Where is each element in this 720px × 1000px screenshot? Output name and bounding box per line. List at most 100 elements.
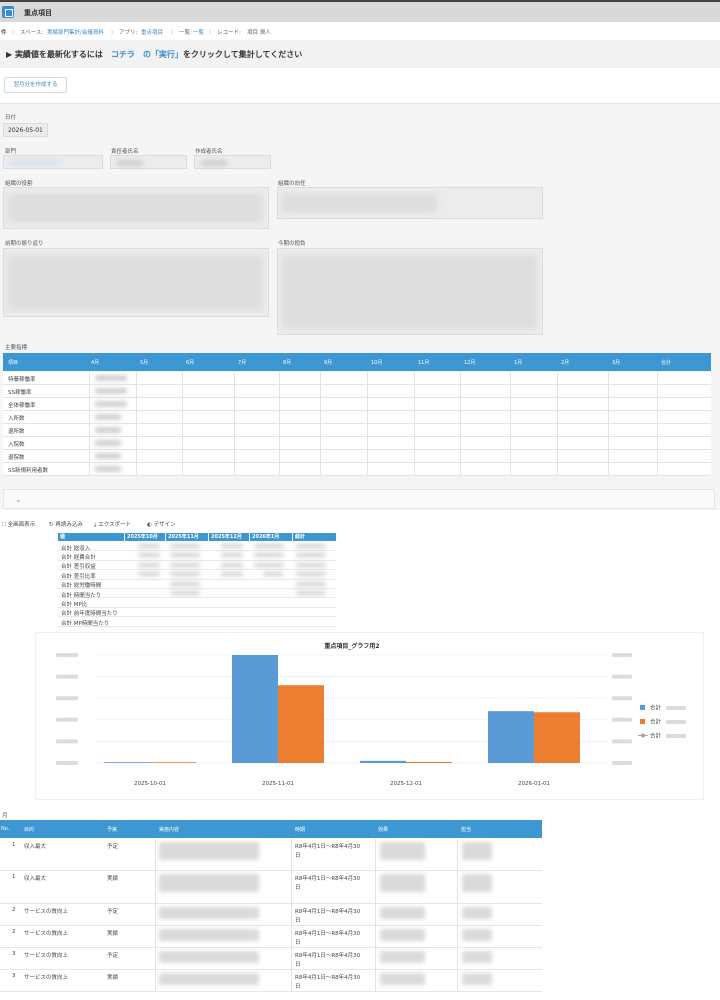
column-divider <box>375 970 376 992</box>
y2-tick-redacted <box>612 761 632 765</box>
bar-series2 <box>534 712 580 763</box>
pivot-cell-redacted <box>296 581 326 586</box>
column-divider <box>291 926 292 948</box>
y-tick-redacted <box>56 717 78 722</box>
column-divider <box>291 970 292 992</box>
kpi-col-sep: 9月 <box>324 360 333 366</box>
bar-series2 <box>406 761 452 763</box>
bar-series1 <box>232 655 278 763</box>
cell-redacted <box>159 874 259 892</box>
legend-value-redacted <box>666 706 686 710</box>
pivot-row-label: 合計 経費合計 <box>61 554 96 561</box>
pivot-cell-redacted <box>170 553 200 558</box>
column-divider <box>320 372 321 476</box>
breadcrumb-space-link[interactable]: 実績部門集計/会議資料 <box>47 28 104 36</box>
notice-link[interactable]: コチラ <box>111 50 135 59</box>
cell-redacted <box>462 929 492 941</box>
pivot-cell-redacted <box>170 581 200 586</box>
column-divider <box>375 926 376 948</box>
x-tick-label: 2025-12-01 <box>390 781 422 787</box>
table-row: 2 サービスの質向上 実績 R8年4月1日～R8年4月30 日 <box>0 926 542 948</box>
create-next-month-button[interactable]: 翌月分を作成する <box>4 77 67 93</box>
pivot-cell-redacted <box>138 562 160 567</box>
app-icon <box>2 6 14 18</box>
export-label: エクスポート <box>98 522 132 528</box>
col-owner: 担当 <box>461 827 472 833</box>
cell-redacted <box>380 973 425 985</box>
table-row: 入院数 <box>3 437 711 450</box>
column-divider <box>375 839 376 871</box>
responsible-label: 責任者氏名 <box>111 149 139 155</box>
legend-marker <box>641 733 645 738</box>
pivot-cell-redacted <box>221 553 243 558</box>
cell-redacted <box>159 951 259 963</box>
legend-label: 合計 <box>650 704 662 712</box>
kpi-col-dec: 12月 <box>464 360 476 366</box>
kpi-col-may: 5月 <box>140 360 149 366</box>
table-row: SS稼働率 <box>3 385 711 398</box>
dept-field <box>3 155 103 169</box>
breadcrumb-separator-icon: 〉 <box>171 30 177 36</box>
resolve-field <box>277 248 543 335</box>
table-row: 3 サービスの質向上 実績 R8年4月1日～R8年4月30 日 <box>0 970 542 992</box>
column-divider <box>136 372 137 476</box>
kpi-col-jul: 7月 <box>238 360 247 366</box>
column-divider <box>155 839 156 871</box>
cell-purpose: サービスの質向上 <box>24 953 69 959</box>
pivot-cell-redacted <box>170 572 200 577</box>
date-field: 2026-05-01 <box>3 123 48 137</box>
y2-tick-redacted <box>612 653 632 657</box>
kpi-col-apr: 4月 <box>91 360 100 366</box>
cell-no: 3 <box>12 951 16 957</box>
direction-label: 組織の向任 <box>278 181 306 187</box>
breadcrumb-app-link[interactable]: 重点項目 <box>141 28 163 36</box>
x-tick-label: 2025-10-01 <box>134 781 166 787</box>
fullscreen-button[interactable]: ⛶ 全画面表示 <box>2 520 35 529</box>
column-divider <box>457 948 458 970</box>
kpi-col-mar: 3月 <box>612 360 621 366</box>
y2-tick-redacted <box>612 739 632 744</box>
col-period: 時期 <box>295 827 306 833</box>
table-row: 退所数 <box>3 424 711 437</box>
dept-label: 部門 <box>5 149 17 155</box>
table-row: 合計 時間当たり <box>58 589 336 599</box>
design-button[interactable]: ◐ デザイン <box>147 520 176 528</box>
column-divider <box>457 926 458 948</box>
col-content: 実施内容 <box>159 827 180 833</box>
notice-banner: ▶ 実績値を最新化するには コチラ の「実行」をクリックして集計してください <box>0 40 720 68</box>
cell-redacted <box>380 874 425 892</box>
review-value-redacted <box>8 255 263 311</box>
section-expander[interactable]: ⌄ <box>3 489 715 509</box>
cell-period2: 日 <box>295 962 301 968</box>
pivot-row-label: 合計 前年度時間当たり <box>61 611 118 618</box>
column-divider <box>291 839 292 871</box>
column-divider <box>608 372 609 476</box>
breadcrumb-separator-icon: 〉 <box>209 30 215 36</box>
breadcrumb-home[interactable]: 件 <box>1 28 7 36</box>
reload-label: 再読み込み <box>55 522 83 528</box>
cell-no: 1 <box>12 842 16 848</box>
reload-button[interactable]: ↻ 再読み込み <box>49 520 83 528</box>
cell-redacted <box>462 973 492 985</box>
y2-tick-redacted <box>612 717 632 722</box>
kpi-row-label: 入所数 <box>8 416 25 422</box>
export-button[interactable]: ⤓ エクスポート <box>94 520 131 529</box>
kpi-col-jan: 1月 <box>514 360 523 366</box>
column-divider <box>414 372 415 476</box>
col-effect: 効果 <box>378 827 389 833</box>
kpi-col-total: 合計 <box>661 360 672 366</box>
cell-type: 実績 <box>107 975 119 981</box>
cell-period2: 日 <box>295 853 301 859</box>
pivot-row-label: 合計 差引収益 <box>61 564 96 571</box>
breadcrumb-view-link[interactable]: 一覧 <box>193 28 204 36</box>
responsible-field <box>110 155 187 169</box>
breadcrumb-space-label: スペース: <box>20 30 44 36</box>
breadcrumb-record: 項目 潤人 <box>247 30 271 36</box>
pivot-cell-redacted <box>254 544 284 548</box>
table-row: SS新規利用者数 <box>3 463 711 476</box>
legend-swatch <box>640 705 645 710</box>
column-divider <box>457 839 458 871</box>
cell-period2: 日 <box>295 940 301 946</box>
kpi-cell-redacted <box>95 440 121 446</box>
pivot-cell-redacted <box>254 562 284 567</box>
